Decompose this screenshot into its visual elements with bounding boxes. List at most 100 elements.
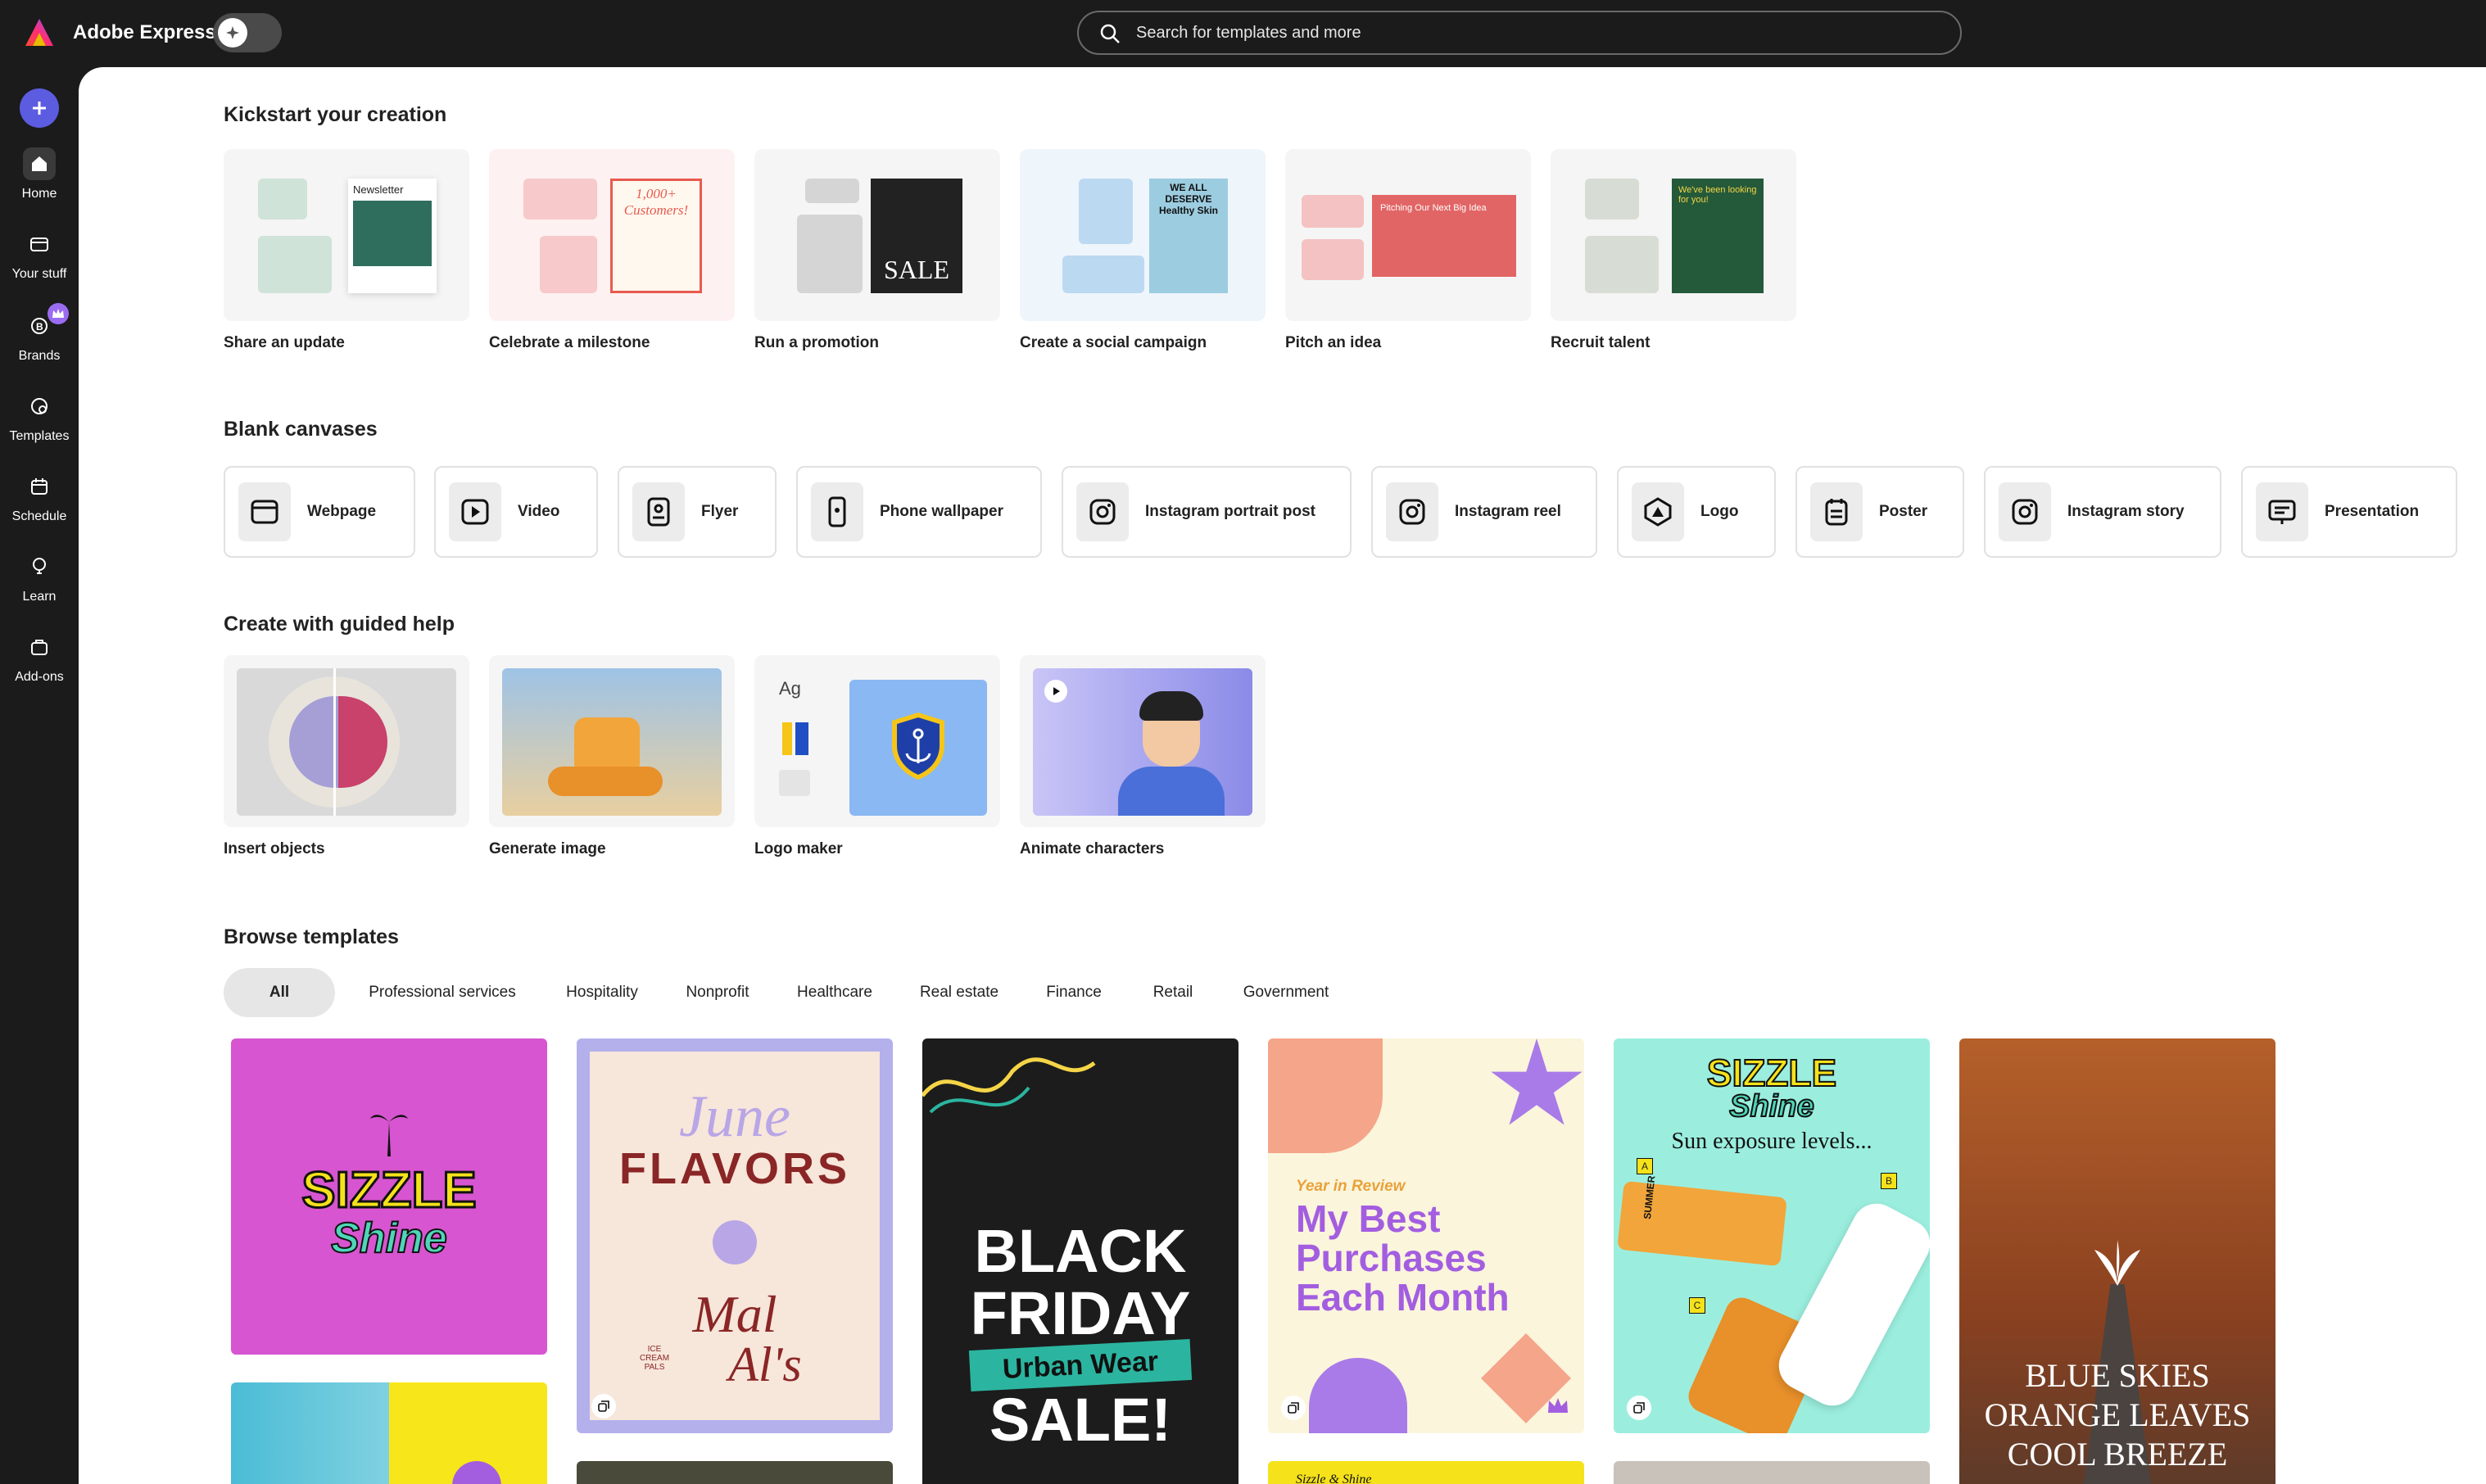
sidebar-item-label: Schedule: [11, 509, 67, 523]
guided-card-animate-characters[interactable]: Animate characters: [1020, 655, 1266, 858]
template-text: C: [1689, 1297, 1705, 1314]
presentation-icon: [2256, 482, 2308, 541]
template-card-sizzle-yellow-strip[interactable]: Sizzle & Shine: [1268, 1461, 1584, 1484]
sidebar-item-brands[interactable]: B Brands: [0, 303, 79, 383]
template-text: SALE!: [989, 1386, 1171, 1454]
filter-chip-finance[interactable]: Finance: [1029, 968, 1119, 1017]
template-card-sizzle-sunscreen[interactable]: SIZZLE Shine Sun exposure levels... A B …: [1614, 1038, 1930, 1433]
card-thumbnail: We've been looking for you!: [1551, 149, 1796, 321]
filter-chip-nonprofit[interactable]: Nonprofit: [668, 968, 767, 1017]
card-thumbnail: Ag: [754, 655, 1000, 827]
instagram-icon: [1076, 482, 1129, 541]
guided-card-insert-objects[interactable]: Insert objects: [224, 655, 469, 858]
template-card-black-friday[interactable]: BLACK FRIDAY Urban Wear SALE!: [922, 1038, 1238, 1484]
addons-icon: [23, 631, 56, 663]
search-bar[interactable]: [1077, 11, 1962, 55]
template-card-june-flavors[interactable]: June FLAVORS Mal ICE CREAM PALS Al's: [577, 1038, 893, 1433]
blank-canvases-heading: Blank canvases: [224, 418, 378, 441]
template-text: Each Month: [1296, 1276, 1510, 1319]
filter-chip-government[interactable]: Government: [1227, 968, 1345, 1017]
blank-presentation[interactable]: Presentation: [2241, 466, 2457, 558]
sidebar-item-schedule[interactable]: Schedule: [0, 470, 79, 544]
thumb-text: SALE: [884, 255, 949, 284]
blank-label: Webpage: [307, 503, 377, 520]
sidebar-item-learn[interactable]: Learn: [0, 550, 79, 624]
template-text: My Best: [1296, 1197, 1441, 1240]
template-card-year-in-review[interactable]: Year in Review My Best Purchases Each Mo…: [1268, 1038, 1584, 1433]
sidebar-item-label: Brands: [18, 349, 61, 363]
filter-chip-retail[interactable]: Retail: [1134, 968, 1212, 1017]
template-text: Shine: [1728, 1088, 1814, 1124]
flyer-icon: [632, 482, 685, 541]
card-label: Generate image: [489, 840, 606, 857]
card-label: Share an update: [224, 334, 345, 351]
kickstart-card-celebrate[interactable]: 1,000+ Customers! Celebrate a milestone: [489, 149, 735, 352]
blank-webpage[interactable]: Webpage: [224, 466, 415, 558]
card-thumbnail: 1,000+ Customers!: [489, 149, 735, 321]
blank-instagram-reel[interactable]: Instagram reel: [1371, 466, 1597, 558]
blank-instagram-story[interactable]: Instagram story: [1984, 466, 2221, 558]
guided-card-generate-image[interactable]: Generate image: [489, 655, 735, 858]
template-text: COOL BREEZE: [2007, 1436, 2228, 1473]
top-bar: Adobe Express: [0, 0, 2486, 67]
beta-toggle[interactable]: [213, 13, 282, 52]
anchor-shield-icon: [892, 713, 944, 780]
filter-chip-hospitality[interactable]: Hospitality: [549, 968, 655, 1017]
kickstart-card-social[interactable]: WE ALL DESERVE Healthy Skin Create a soc…: [1020, 149, 1266, 352]
template-text: Sizzle & Shine: [1296, 1473, 1372, 1484]
card-thumbnail: WE ALL DESERVE Healthy Skin: [1020, 149, 1266, 321]
video-icon: [449, 482, 501, 541]
card-label: Animate characters: [1020, 840, 1165, 857]
search-input[interactable]: [1136, 20, 1939, 45]
kickstart-card-recruit[interactable]: We've been looking for you! Recruit tale…: [1551, 149, 1796, 352]
blank-video[interactable]: Video: [434, 466, 598, 558]
sidebar-item-your-stuff[interactable]: Your stuff: [0, 228, 79, 301]
blank-phone-wallpaper[interactable]: Phone wallpaper: [796, 466, 1042, 558]
blank-poster[interactable]: Poster: [1795, 466, 1964, 558]
main-content: Kickstart your creation Newsletter Share…: [79, 67, 2486, 1484]
guided-card-logo-maker[interactable]: Ag Logo maker: [754, 655, 1000, 858]
template-card-blue-skies[interactable]: BLUE SKIES ORANGE LEAVES COOL BREEZE: [1959, 1038, 2275, 1484]
sidebar-item-home[interactable]: Home: [0, 147, 79, 221]
thumb-text: Ag: [779, 678, 801, 699]
card-label: Logo maker: [754, 840, 843, 857]
thumb-text: Newsletter: [353, 183, 404, 196]
adobe-express-logo[interactable]: [23, 16, 56, 49]
blank-label: Instagram portrait post: [1145, 503, 1315, 520]
filter-chip-real-estate[interactable]: Real estate: [904, 968, 1014, 1017]
kickstart-card-pitch[interactable]: Pitching Our Next Big Idea Pitch an idea: [1285, 149, 1531, 352]
squiggle-decoration: [922, 1057, 1096, 1114]
template-text: A: [1637, 1158, 1653, 1174]
toggle-knob: [218, 18, 247, 48]
template-card-sizzle-shine-pink[interactable]: SIZZLE Shine: [231, 1038, 547, 1355]
template-text: ICE CREAM PALS: [639, 1345, 670, 1372]
blank-instagram-portrait-post[interactable]: Instagram portrait post: [1062, 466, 1352, 558]
folder-icon: [23, 228, 56, 260]
blank-flyer[interactable]: Flyer: [618, 466, 777, 558]
svg-text:B: B: [36, 321, 43, 333]
template-card-neutral-strip[interactable]: [1614, 1461, 1930, 1484]
blank-logo[interactable]: Logo: [1617, 466, 1776, 558]
blank-label: Video: [518, 503, 560, 520]
card-label: Recruit talent: [1551, 334, 1651, 351]
sidebar-item-add-ons[interactable]: Add-ons: [0, 631, 79, 704]
sidebar-item-templates[interactable]: Templates: [0, 390, 79, 464]
poster-icon: [1810, 482, 1863, 541]
template-card-beach-yellow[interactable]: [231, 1382, 547, 1484]
template-card-landscape-dark[interactable]: [577, 1461, 893, 1484]
filter-chip-all[interactable]: All: [224, 968, 335, 1017]
filter-chip-healthcare[interactable]: Healthcare: [780, 968, 890, 1017]
card-thumbnail: Pitching Our Next Big Idea: [1285, 149, 1531, 321]
template-text: FLAVORS: [619, 1144, 850, 1193]
plus-icon: [33, 102, 46, 115]
play-icon[interactable]: [1044, 680, 1067, 703]
create-new-button[interactable]: [20, 88, 59, 128]
template-text: June: [679, 1084, 790, 1149]
template-text: Al's: [728, 1337, 802, 1391]
kickstart-card-promotion[interactable]: SALE Run a promotion: [754, 149, 1000, 352]
thumb-text: 1,000+ Customers!: [623, 186, 689, 218]
kickstart-card-share-update[interactable]: Newsletter Share an update: [224, 149, 469, 352]
sidebar-item-label: Your stuff: [11, 267, 67, 281]
card-label: Celebrate a milestone: [489, 334, 650, 351]
filter-chip-professional-services[interactable]: Professional services: [352, 968, 532, 1017]
